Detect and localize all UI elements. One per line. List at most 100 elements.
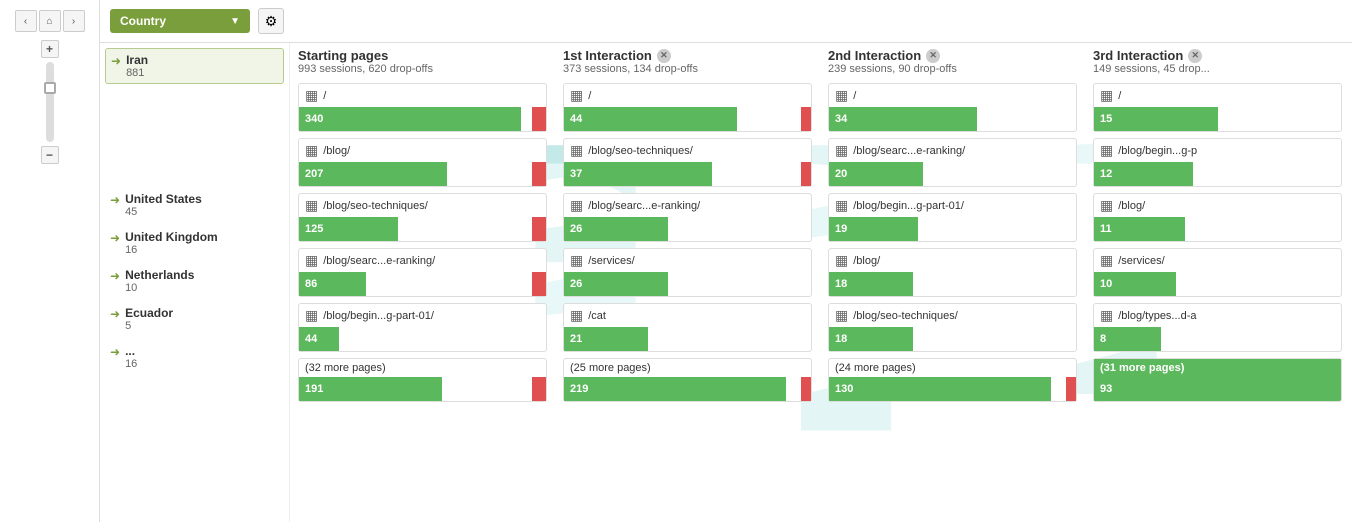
page-node[interactable]: ▦ /blog/searc...e-ranking/ 86	[298, 248, 547, 297]
page-grid-icon: ▦	[1100, 307, 1113, 324]
country-item-iran[interactable]: ➜ Iran 881	[105, 48, 284, 84]
zoom-thumb[interactable]	[44, 82, 56, 94]
page-grid-icon: ▦	[1100, 142, 1113, 159]
page-grid-icon: ▦	[1100, 197, 1113, 214]
country-info-nl: Netherlands 10	[125, 268, 194, 294]
page-node[interactable]: ▦ /cat 21	[563, 303, 812, 352]
page-name-text: /blog/searc...e-ranking/	[853, 145, 965, 157]
page-node[interactable]: ▦ /blog/seo-techniques/ 37	[563, 138, 812, 187]
page-node[interactable]: ▦ / 34	[828, 83, 1077, 132]
country-info-other: ... 16	[125, 344, 137, 370]
country-item-us[interactable]: ➜ United States 45	[105, 188, 284, 222]
page-grid-icon: ▦	[570, 87, 583, 104]
page-node[interactable]: ▦ / 340	[298, 83, 547, 132]
home-button[interactable]: ⌂	[39, 10, 61, 32]
page-grid-icon: ▦	[570, 197, 583, 214]
column-header-int2: 2nd Interaction ✕ 239 sessions, 90 drop-…	[828, 48, 1077, 75]
flow-area: ➜ Iran 881 ➜ United States 45 ➜	[100, 43, 1352, 522]
page-name-text: /blog/seo-techniques/	[588, 145, 693, 157]
page-grid-icon: ▦	[570, 142, 583, 159]
page-node[interactable]: ▦ /blog/types...d-a 8	[1093, 303, 1342, 352]
page-count: 44	[570, 113, 582, 125]
page-grid-icon: ▦	[835, 197, 848, 214]
page-node-more[interactable]: (32 more pages) 191	[298, 358, 547, 402]
country-count: 16	[125, 358, 137, 370]
country-info-iran: Iran 881	[126, 53, 148, 79]
page-count: 21	[570, 333, 582, 345]
page-count: 34	[835, 113, 847, 125]
column-subtitle: 373 sessions, 134 drop-offs	[563, 63, 812, 75]
country-count: 881	[126, 67, 148, 79]
page-count: 125	[305, 223, 323, 235]
page-count: 15	[1100, 113, 1112, 125]
page-node[interactable]: ▦ /blog/seo-techniques/ 18	[828, 303, 1077, 352]
column-title-text: 2nd Interaction	[828, 48, 921, 63]
page-name-text: /services/	[588, 255, 634, 267]
page-node[interactable]: ▦ /blog/searc...e-ranking/ 20	[828, 138, 1077, 187]
forward-button[interactable]: ›	[63, 10, 85, 32]
page-name-text: (24 more pages)	[835, 362, 916, 374]
page-name-text: /blog/begin...g-p	[1118, 145, 1197, 157]
page-node[interactable]: ▦ /services/ 10	[1093, 248, 1342, 297]
page-node[interactable]: ▦ /blog/searc...e-ranking/ 26	[563, 193, 812, 242]
country-dropdown[interactable]: Country ▼	[110, 9, 250, 33]
page-name-text: /	[323, 90, 326, 102]
zoom-out-button[interactable]: −	[41, 146, 59, 164]
column-title: 2nd Interaction ✕	[828, 48, 1077, 63]
country-item-uk[interactable]: ➜ United Kingdom 16	[105, 226, 284, 260]
country-arrow-icon: ➜	[110, 307, 120, 321]
page-name-text: (25 more pages)	[570, 362, 651, 374]
page-count: 12	[1100, 168, 1112, 180]
country-arrow-icon: ➜	[111, 54, 121, 68]
back-button[interactable]: ‹	[15, 10, 37, 32]
page-name-text: /blog/seo-techniques/	[853, 310, 958, 322]
page-count: 86	[305, 278, 317, 290]
page-count: 207	[305, 168, 323, 180]
page-node[interactable]: ▦ /blog/begin...g-part-01/ 19	[828, 193, 1077, 242]
country-name: United Kingdom	[125, 230, 218, 244]
page-grid-icon: ▦	[305, 87, 318, 104]
page-grid-icon: ▦	[1100, 87, 1113, 104]
page-grid-icon: ▦	[835, 87, 848, 104]
page-node[interactable]: ▦ /blog/seo-techniques/ 125	[298, 193, 547, 242]
page-node[interactable]: ▦ /services/ 26	[563, 248, 812, 297]
page-name-text: /services/	[1118, 255, 1164, 267]
page-node[interactable]: ▦ /blog/ 11	[1093, 193, 1342, 242]
country-item-other[interactable]: ➜ ... 16	[105, 340, 284, 374]
zoom-in-button[interactable]: +	[41, 40, 59, 58]
country-item-ec[interactable]: ➜ Ecuador 5	[105, 302, 284, 336]
country-arrow-icon: ➜	[110, 231, 120, 245]
page-node[interactable]: ▦ /blog/begin...g-part-01/ 44	[298, 303, 547, 352]
page-count: 44	[305, 333, 317, 345]
page-node[interactable]: ▦ /blog/ 18	[828, 248, 1077, 297]
page-node[interactable]: ▦ /blog/begin...g-p 12	[1093, 138, 1342, 187]
page-node-more[interactable]: (25 more pages) 219	[563, 358, 812, 402]
country-item-nl[interactable]: ➜ Netherlands 10	[105, 264, 284, 298]
country-count: 5	[125, 320, 173, 332]
page-count: 219	[570, 383, 588, 395]
page-name-text: /blog/	[1118, 200, 1145, 212]
country-arrow-icon: ➜	[110, 345, 120, 359]
page-node[interactable]: ▦ / 15	[1093, 83, 1342, 132]
settings-button[interactable]: ⚙	[258, 8, 284, 34]
column-title: 1st Interaction ✕	[563, 48, 812, 63]
close-column-button[interactable]: ✕	[657, 49, 671, 63]
page-grid-icon: ▦	[835, 252, 848, 269]
page-name-text: /blog/	[853, 255, 880, 267]
column-title-text: Starting pages	[298, 48, 388, 63]
page-node-more[interactable]: (31 more pages) 93	[1093, 358, 1342, 402]
page-node[interactable]: ▦ / 44	[563, 83, 812, 132]
column-interaction1: 1st Interaction ✕ 373 sessions, 134 drop…	[555, 43, 820, 522]
close-column-button[interactable]: ✕	[926, 49, 940, 63]
column-subtitle: 239 sessions, 90 drop-offs	[828, 63, 1077, 75]
country-name: Ecuador	[125, 306, 173, 320]
page-node-more[interactable]: (24 more pages) 130	[828, 358, 1077, 402]
page-node[interactable]: ▦ /blog/ 207	[298, 138, 547, 187]
page-grid-icon: ▦	[305, 142, 318, 159]
page-name-text: (31 more pages)	[1100, 362, 1184, 374]
page-name-text: /blog/begin...g-part-01/	[323, 310, 434, 322]
close-column-button[interactable]: ✕	[1188, 49, 1202, 63]
zoom-track	[46, 62, 54, 142]
country-arrow-icon: ➜	[110, 193, 120, 207]
page-grid-icon: ▦	[305, 252, 318, 269]
